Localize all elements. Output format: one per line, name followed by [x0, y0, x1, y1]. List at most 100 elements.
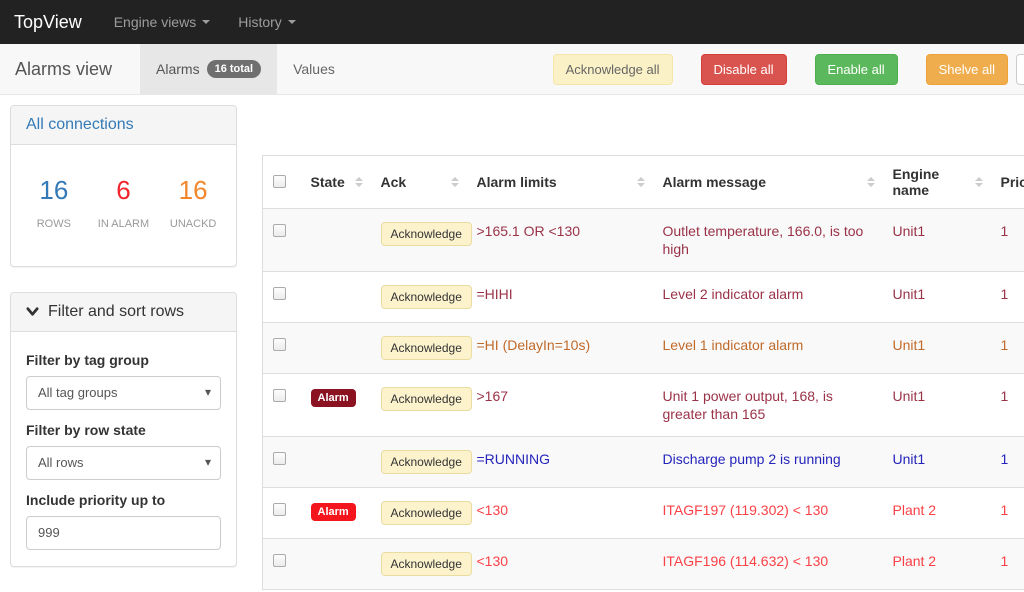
state-cell: Alarm [301, 488, 371, 539]
col-engine-name: Engine name [893, 166, 969, 198]
table-row: Acknowledge =HI (DelayIn=10s) Level 1 in… [263, 323, 1024, 374]
alarm-message-cell: Level 2 indicator alarm [653, 272, 883, 323]
priority-cell: 1 [991, 209, 1024, 272]
alarm-state-badge: Alarm [311, 389, 356, 407]
table-row: Acknowledge <130 ITAGF196 (114.632) < 13… [263, 539, 1024, 590]
alarm-table: State Ack Alarm limits Alarm message Eng… [262, 155, 1024, 590]
col-alarm-message: Alarm message [663, 174, 767, 190]
row-checkbox[interactable] [273, 554, 286, 567]
stat-in-alarm-value: 6 [89, 175, 159, 206]
menu-history[interactable]: History [224, 14, 310, 30]
row-checkbox[interactable] [273, 287, 286, 300]
table-row: Acknowledge =RUNNING Discharge pump 2 is… [263, 437, 1024, 488]
table-row: Acknowledge =HIHI Level 2 indicator alar… [263, 272, 1024, 323]
tag-group-select-value: All tag groups [38, 385, 118, 400]
alarm-limits-cell: <130 [467, 539, 653, 590]
connections-panel: All connections 16 ROWS 6 IN ALARM 16 UN… [10, 105, 237, 267]
acknowledge-button[interactable]: Acknowledge [381, 450, 472, 474]
filter-panel-header[interactable]: Filter and sort rows [11, 293, 236, 332]
shelve-all-button[interactable]: Shelve all [926, 54, 1008, 85]
alarm-message-cell: Unit 1 power output, 168, is greater tha… [653, 374, 883, 437]
row-checkbox[interactable] [273, 338, 286, 351]
sort-icon[interactable] [637, 177, 645, 187]
bulk-action-buttons: Acknowledge all Disable all Enable all S… [553, 44, 1008, 94]
table-row: Alarm Acknowledge <130 ITAGF197 (119.302… [263, 488, 1024, 539]
alarm-limits-cell: <130 [467, 488, 653, 539]
col-state: State [311, 174, 345, 190]
caret-down-icon [288, 20, 296, 24]
alarm-limits-cell: =HI (DelayIn=10s) [467, 323, 653, 374]
alarm-message-cell: ITAGF196 (114.632) < 130 [653, 539, 883, 590]
alarm-state-badge: Alarm [311, 503, 356, 521]
state-cell [301, 209, 371, 272]
filter-body: Filter by tag group All tag groups Filte… [11, 332, 236, 566]
stat-in-alarm: 6 IN ALARM [89, 175, 159, 234]
alarm-limits-cell: >167 [467, 374, 653, 437]
sort-icon[interactable] [451, 177, 459, 187]
select-all-checkbox[interactable] [273, 175, 286, 188]
row-checkbox[interactable] [273, 503, 286, 516]
alarm-message-cell: Discharge pump 2 is running [653, 437, 883, 488]
sidebar: All connections 16 ROWS 6 IN ALARM 16 UN… [10, 105, 237, 592]
acknowledge-button[interactable]: Acknowledge [381, 336, 472, 360]
acknowledge-button[interactable]: Acknowledge [381, 285, 472, 309]
sort-icon[interactable] [867, 177, 875, 187]
tab-alarms[interactable]: Alarms 16 total [140, 44, 277, 94]
priority-cell: 1 [991, 437, 1024, 488]
stat-rows-value: 16 [19, 175, 89, 206]
tab-values[interactable]: Values [277, 44, 351, 94]
state-cell [301, 539, 371, 590]
menu-engine-views[interactable]: Engine views [100, 14, 225, 30]
acknowledge-button[interactable]: Acknowledge [381, 501, 472, 525]
row-checkbox[interactable] [273, 389, 286, 402]
priority-cell: 1 [991, 272, 1024, 323]
page-title: Alarms view [0, 44, 128, 94]
disable-all-button[interactable]: Disable all [701, 54, 787, 85]
priority-cell: 1 [991, 323, 1024, 374]
table-row: Alarm Acknowledge >167 Unit 1 power outp… [263, 374, 1024, 437]
acknowledge-button[interactable]: Acknowledge [381, 552, 472, 576]
stat-unackd: 16 UNACKD [158, 175, 228, 234]
tab-values-label: Values [293, 61, 335, 77]
table-header-row: State Ack Alarm limits Alarm message Eng… [263, 156, 1024, 209]
stat-unackd-value: 16 [158, 175, 228, 206]
alarm-count-badge: 16 total [207, 60, 262, 78]
acknowledge-button[interactable]: Acknowledge [381, 222, 472, 246]
menu-history-label: History [238, 14, 282, 30]
stat-unackd-label: UNACKD [158, 216, 228, 234]
alarm-message-cell: Level 1 indicator alarm [653, 323, 883, 374]
tag-group-select[interactable]: All tag groups [26, 376, 221, 410]
alarm-limits-cell: =RUNNING [467, 437, 653, 488]
priority-input[interactable] [26, 516, 221, 550]
priority-label: Include priority up to [26, 492, 221, 508]
stat-rows: 16 ROWS [19, 175, 89, 234]
col-ack: Ack [381, 174, 407, 190]
connection-stats: 16 ROWS 6 IN ALARM 16 UNACKD [11, 145, 236, 266]
view-toolbar: Alarms view Alarms 16 total Values Ackno… [0, 44, 1024, 95]
sort-icon[interactable] [355, 177, 363, 187]
engine-name-cell: Unit1 [883, 323, 991, 374]
acknowledge-all-button[interactable]: Acknowledge all [553, 54, 673, 85]
stat-in-alarm-label: IN ALARM [89, 216, 159, 234]
row-checkbox[interactable] [273, 224, 286, 237]
row-checkbox[interactable] [273, 452, 286, 465]
menu-engine-views-label: Engine views [114, 14, 197, 30]
priority-cell: 1 [991, 488, 1024, 539]
table-row: Acknowledge >165.1 OR <130 Outlet temper… [263, 209, 1024, 272]
state-cell: Alarm [301, 374, 371, 437]
partial-offscreen-button[interactable] [1016, 54, 1024, 85]
state-cell [301, 272, 371, 323]
engine-name-cell: Unit1 [883, 272, 991, 323]
acknowledge-button[interactable]: Acknowledge [381, 387, 472, 411]
enable-all-button[interactable]: Enable all [815, 54, 898, 85]
alarm-limits-cell: >165.1 OR <130 [467, 209, 653, 272]
alarm-limits-cell: =HIHI [467, 272, 653, 323]
tag-group-label: Filter by tag group [26, 352, 221, 368]
alarm-message-cell: ITAGF197 (119.302) < 130 [653, 488, 883, 539]
engine-name-cell: Unit1 [883, 209, 991, 272]
sort-icon[interactable] [975, 177, 983, 187]
alarm-table-container: State Ack Alarm limits Alarm message Eng… [262, 155, 1024, 590]
row-state-select[interactable]: All rows [26, 446, 221, 480]
tab-alarms-label: Alarms [156, 61, 200, 77]
top-navbar: TopView Engine views History [0, 0, 1024, 44]
